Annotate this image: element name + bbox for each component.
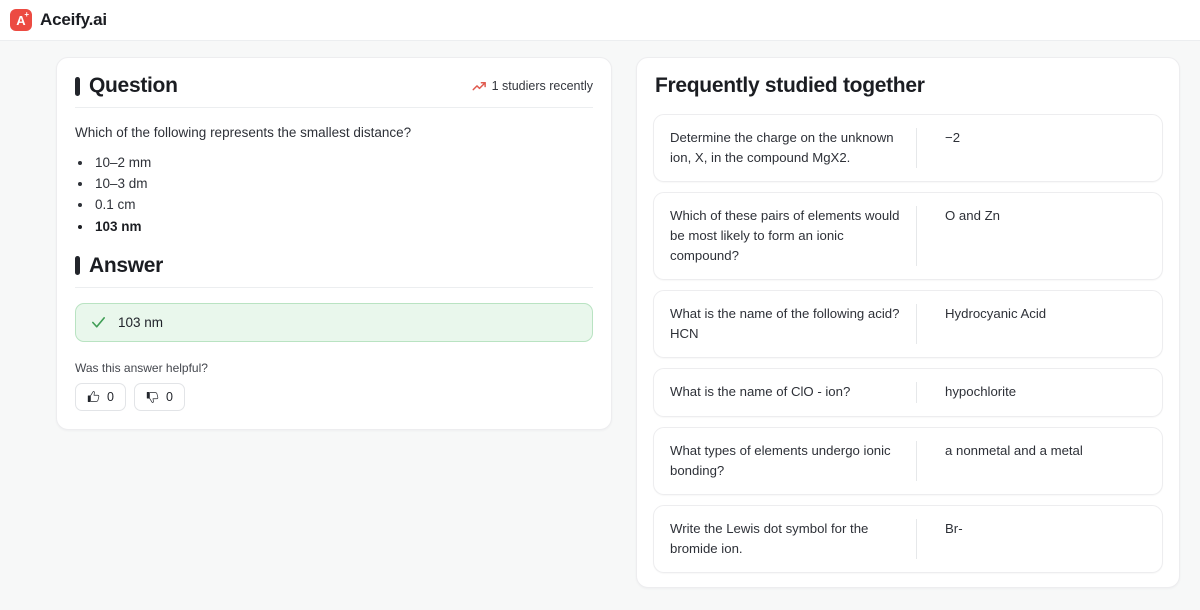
app-header: A + Aceify.ai — [0, 0, 1200, 41]
brand-name: Aceify.ai — [40, 10, 107, 29]
answer-box: 103 nm — [75, 302, 593, 342]
downvote-button[interactable]: 0 — [133, 382, 185, 411]
studiers-recently: 1 studiers recently — [472, 79, 593, 94]
related-answer: a nonmetal and a metal — [945, 442, 1083, 458]
thumbs-down-icon — [146, 391, 159, 403]
related-item[interactable]: Determine the charge on the unknown ion,… — [653, 114, 1163, 183]
choice-list: 10–2 mm 10–3 dm 0.1 cm 103 nm — [93, 152, 593, 237]
related-answer: O and Zn — [945, 208, 1000, 224]
frequently-studied-card: Frequently studied together Determine th… — [636, 57, 1180, 588]
related-question: Which of these pairs of elements would b… — [670, 208, 900, 264]
related-item[interactable]: What types of elements undergo ionic bon… — [653, 426, 1163, 495]
upvote-count: 0 — [107, 389, 114, 404]
related-answer: −2 — [945, 130, 961, 145]
choice-item-correct[interactable]: 103 nm — [93, 216, 593, 237]
related-item[interactable]: Write the Lewis dot symbol for the bromi… — [653, 504, 1163, 573]
question-answer-card: Question 1 studiers recently Which of th… — [56, 57, 612, 430]
question-section-label: Question — [89, 74, 178, 97]
question-header: Question 1 studiers recently — [75, 74, 593, 108]
check-icon — [92, 316, 105, 328]
vote-buttons: 0 0 — [75, 382, 593, 411]
related-answer: Br- — [945, 520, 963, 536]
question-column: Question 1 studiers recently Which of th… — [56, 57, 612, 430]
related-question: What types of elements undergo ionic bon… — [670, 442, 891, 478]
related-question: What is the name of ClO - ion? — [670, 384, 851, 400]
related-question: Determine the charge on the unknown ion,… — [670, 130, 894, 166]
related-item[interactable]: Which of these pairs of elements would b… — [653, 192, 1163, 281]
related-list: Determine the charge on the unknown ion,… — [653, 114, 1163, 573]
thumbs-up-icon — [87, 391, 100, 402]
downvote-count: 0 — [165, 389, 173, 404]
brand-logo[interactable]: A + Aceify.ai — [10, 9, 107, 31]
choice-item[interactable]: 10–3 dm — [93, 173, 593, 194]
logo-plus: + — [24, 10, 29, 19]
related-answer: hypochlorite — [945, 384, 1017, 400]
choice-item[interactable]: 0.1 cm — [93, 194, 593, 215]
choice-item[interactable]: 10–2 mm — [93, 152, 593, 173]
page-body: Question 1 studiers recently Which of th… — [0, 41, 1200, 588]
section-accent-bar-icon — [75, 256, 80, 276]
answer-title-group: Answer — [75, 254, 163, 278]
related-item[interactable]: What is the name of the following acid? … — [653, 290, 1163, 359]
upvote-button[interactable]: 0 — [75, 382, 126, 411]
question-title-group: Question — [75, 74, 178, 98]
related-question: What is the name of the following acid? … — [670, 306, 900, 342]
related-item[interactable]: What is the name of ClO - ion? hypochlor… — [653, 368, 1163, 417]
trending-up-icon — [472, 81, 486, 90]
answer-header: Answer — [75, 254, 593, 288]
aceify-logo-icon: A + — [10, 9, 32, 31]
related-question: Write the Lewis dot symbol for the bromi… — [670, 520, 869, 556]
answer-section-label: Answer — [89, 253, 164, 277]
answer-value: 103 nm — [118, 314, 164, 330]
related-panel-title: Frequently studied together — [655, 74, 925, 97]
related-answer: Hydrocyanic Acid — [945, 306, 1047, 322]
section-accent-bar-icon — [75, 76, 80, 96]
helpful-prompt: Was this answer helpful? — [75, 360, 208, 375]
question-prompt: Which of the following represents the sm… — [75, 125, 412, 140]
studiers-label: 1 studiers recently — [491, 79, 593, 93]
related-column: Frequently studied together Determine th… — [636, 57, 1180, 588]
